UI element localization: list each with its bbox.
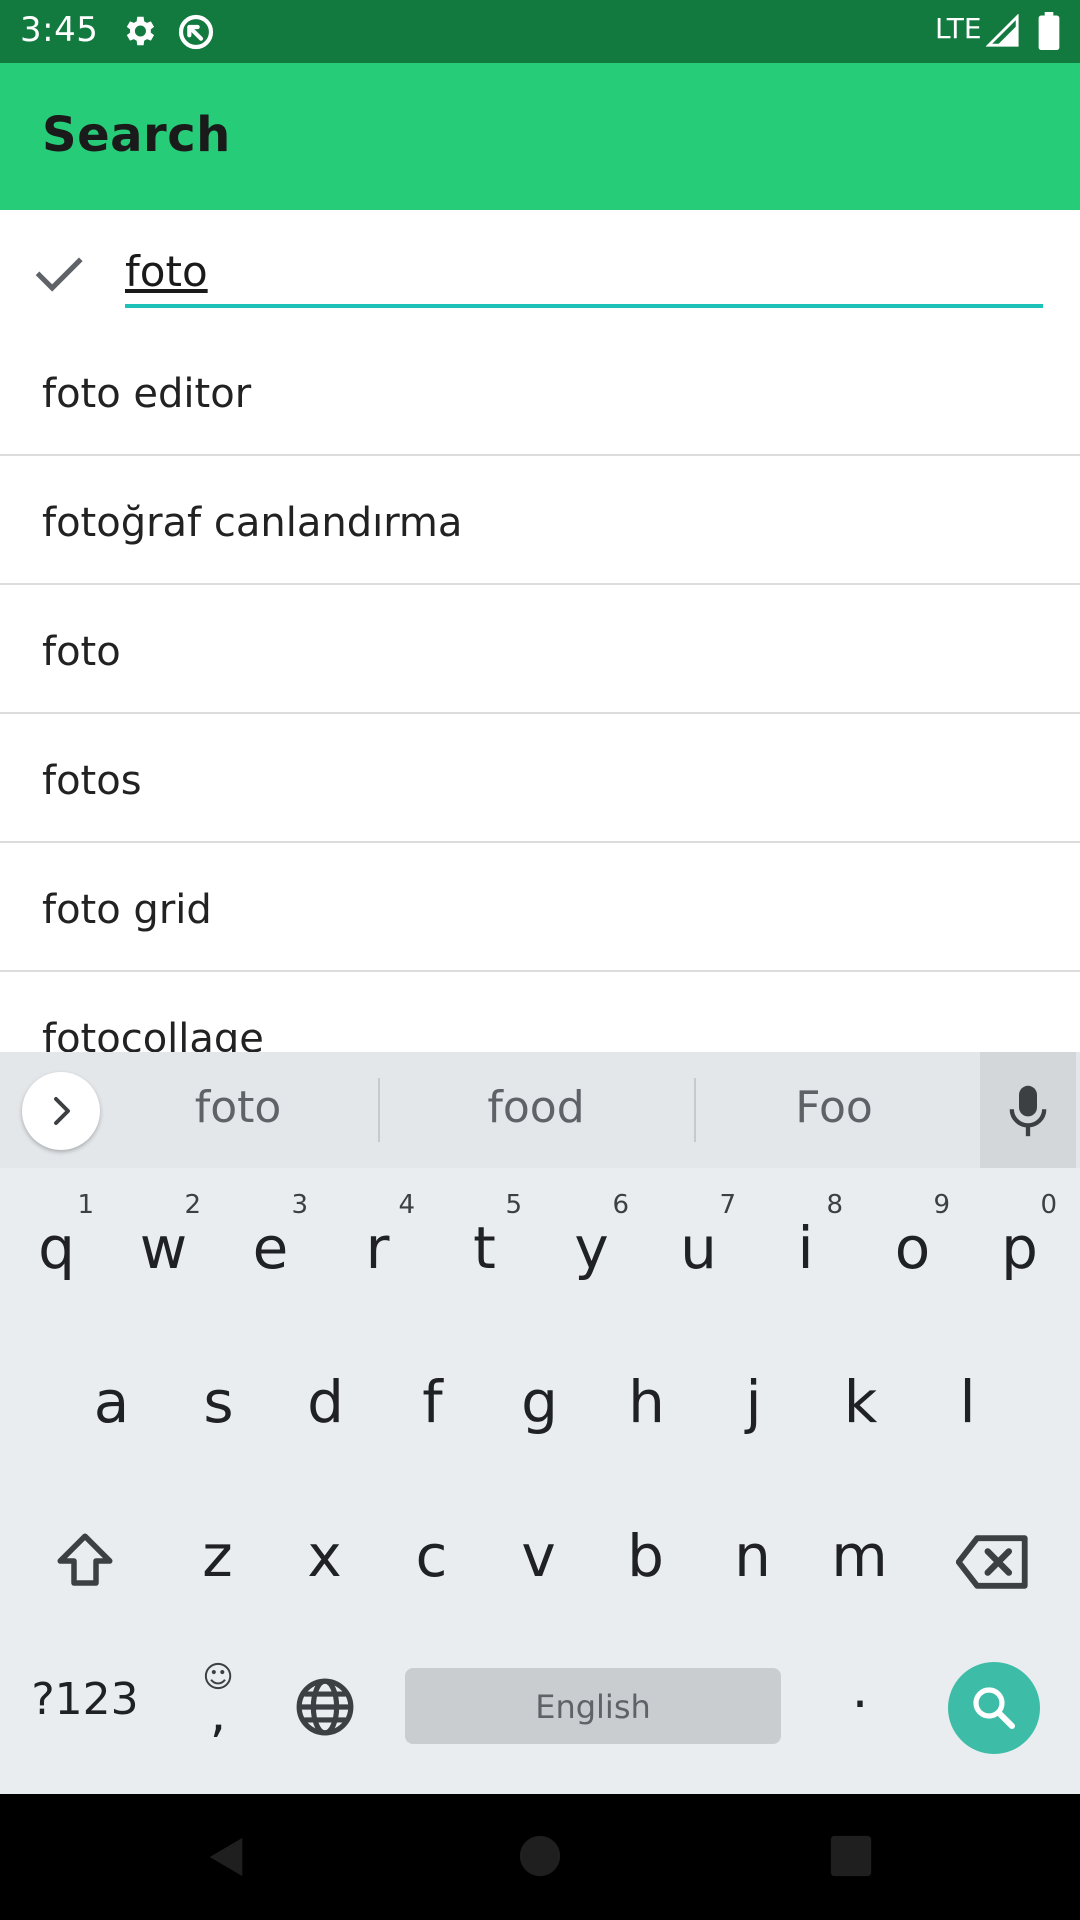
comma-key[interactable]: ☺ ,	[188, 1660, 248, 1750]
key-z[interactable]: z	[164, 1522, 271, 1590]
search-input-underline	[125, 304, 1043, 308]
suggestion-item[interactable]: fotos	[0, 714, 1080, 843]
key-label: o	[894, 1214, 931, 1282]
key-h[interactable]: h	[593, 1368, 700, 1436]
key-m[interactable]: m	[806, 1522, 913, 1590]
key-label: t	[473, 1214, 496, 1282]
key-b[interactable]: b	[592, 1522, 699, 1590]
page-title: Search	[42, 107, 231, 163]
suggestion-item[interactable]: foto editor	[0, 327, 1080, 456]
key-label: p	[1001, 1214, 1038, 1282]
comma-label: ,	[209, 1684, 227, 1744]
check-icon[interactable]	[30, 246, 86, 302]
chevron-right-icon	[54, 1097, 70, 1125]
battery-icon	[1038, 12, 1060, 50]
key-label: w	[139, 1214, 188, 1282]
key-r[interactable]: 4r	[324, 1190, 431, 1300]
key-k[interactable]: k	[807, 1368, 914, 1436]
key-i[interactable]: 8i	[752, 1190, 859, 1300]
suggestion-list: foto editor fotoğraf canlandırma foto fo…	[0, 327, 1080, 1052]
word-suggestion[interactable]: Foo	[754, 1082, 914, 1133]
key-x[interactable]: x	[271, 1522, 378, 1590]
key-u[interactable]: 7u	[645, 1190, 752, 1300]
key-y[interactable]: 6y	[538, 1190, 645, 1300]
gear-icon	[126, 16, 155, 46]
key-d[interactable]: d	[272, 1368, 379, 1436]
key-p[interactable]: 0p	[966, 1190, 1073, 1300]
key-w[interactable]: 2w	[110, 1190, 217, 1300]
search-input[interactable]	[125, 240, 1043, 302]
suggestion-label: foto	[42, 629, 121, 675]
suggestion-divider	[694, 1078, 696, 1142]
back-icon[interactable]	[204, 1834, 250, 1880]
app-bar: Search	[0, 63, 1080, 210]
navigation-bar	[0, 1794, 1080, 1920]
recents-icon[interactable]	[829, 1834, 873, 1878]
expand-toolbar-button[interactable]	[22, 1072, 100, 1150]
key-g[interactable]: g	[486, 1368, 593, 1436]
space-key-label: English	[535, 1688, 651, 1726]
key-o[interactable]: 9o	[859, 1190, 966, 1300]
key-label: y	[574, 1214, 609, 1282]
suggestion-label: foto grid	[42, 887, 212, 933]
home-icon[interactable]	[518, 1834, 562, 1878]
status-bar: 3:45 LTE	[0, 0, 1080, 63]
word-suggestion-strip: foto food Foo	[0, 1052, 1080, 1168]
key-label: q	[38, 1214, 75, 1282]
key-q[interactable]: 1q	[3, 1190, 110, 1300]
word-suggestion[interactable]: food	[456, 1082, 616, 1133]
key-f[interactable]: f	[379, 1368, 486, 1436]
backspace-icon[interactable]	[956, 1532, 1030, 1592]
globe-icon[interactable]	[294, 1676, 356, 1738]
status-time: 3:45	[20, 10, 99, 50]
space-key[interactable]: English	[405, 1668, 781, 1744]
suggestion-label: fotocollage	[42, 1016, 264, 1052]
key-v[interactable]: v	[485, 1522, 592, 1590]
suggestion-item[interactable]: fotoğraf canlandırma	[0, 456, 1080, 585]
suggestion-label: fotos	[42, 758, 142, 804]
keyboard-search-button[interactable]	[948, 1662, 1040, 1754]
key-label: u	[680, 1214, 717, 1282]
suggestion-item[interactable]: foto grid	[0, 843, 1080, 972]
key-a[interactable]: a	[58, 1368, 165, 1436]
key-label: e	[252, 1214, 289, 1282]
key-l[interactable]: l	[914, 1368, 1021, 1436]
word-suggestion[interactable]: foto	[158, 1082, 318, 1133]
network-type: LTE	[935, 12, 982, 45]
symbols-key[interactable]: ?123	[30, 1674, 140, 1725]
microphone-icon	[1009, 1085, 1047, 1137]
suggestion-label: fotoğraf canlandırma	[42, 500, 463, 546]
suggestion-divider	[378, 1078, 380, 1142]
key-t[interactable]: 5t	[431, 1190, 538, 1300]
key-n[interactable]: n	[699, 1522, 806, 1590]
period-key[interactable]: .	[840, 1660, 880, 1720]
signal-icon	[986, 14, 1019, 47]
key-e[interactable]: 3e	[217, 1190, 324, 1300]
soft-keyboard: foto food Foo 1q2w3e4r5t6y7u8i9o0p asdfg…	[0, 1052, 1080, 1794]
suggestion-label: foto editor	[42, 371, 252, 417]
search-icon	[973, 1687, 1015, 1729]
suggestion-item[interactable]: foto	[0, 585, 1080, 714]
suggestion-item[interactable]: fotocollage	[0, 972, 1080, 1052]
voice-input-button[interactable]	[980, 1052, 1076, 1168]
key-j[interactable]: j	[700, 1368, 807, 1436]
shift-icon[interactable]	[52, 1528, 118, 1594]
key-s[interactable]: s	[165, 1368, 272, 1436]
key-label: r	[365, 1214, 390, 1282]
key-label: i	[797, 1214, 814, 1282]
sync-icon	[178, 14, 214, 50]
key-c[interactable]: c	[378, 1522, 485, 1590]
